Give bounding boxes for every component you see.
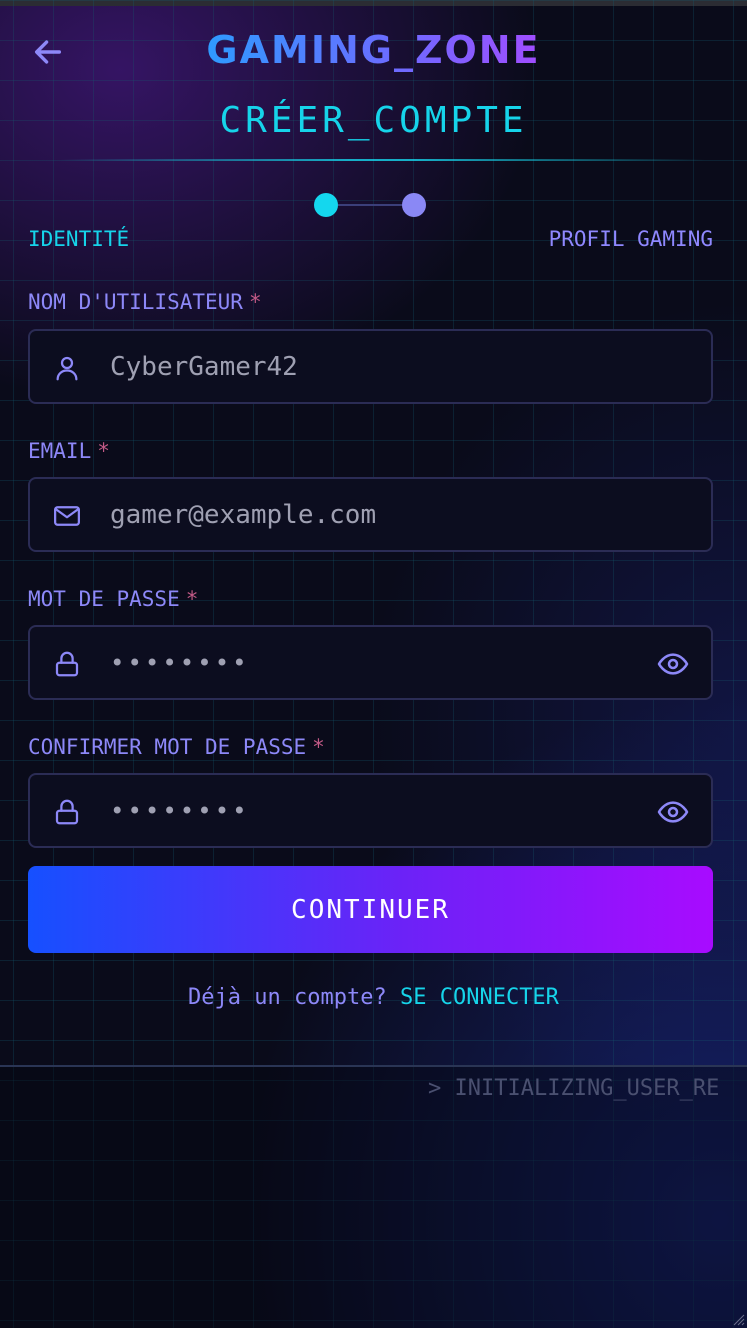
- required-mark: *: [185, 587, 199, 611]
- required-mark: *: [248, 290, 262, 314]
- step-connector: [338, 204, 402, 206]
- page-title: CRÉER_COMPTE: [219, 100, 528, 141]
- required-mark: *: [312, 735, 325, 759]
- lock-icon: [55, 799, 79, 825]
- login-link[interactable]: SE CONNECTER: [400, 985, 559, 1010]
- user-icon: [56, 356, 78, 381]
- login-prompt: Déjà un compte? SE CONNECTER: [0, 985, 747, 1010]
- required-mark: *: [97, 439, 110, 463]
- step-1-indicator: [314, 193, 338, 217]
- username-input[interactable]: [110, 341, 641, 392]
- login-prompt-text: Déjà un compte?: [188, 985, 387, 1010]
- continue-button[interactable]: CONTINUER: [28, 866, 713, 953]
- email-input[interactable]: [110, 489, 641, 540]
- eye-icon[interactable]: [657, 796, 689, 828]
- username-label-text: NOM D'UTILISATEUR: [28, 290, 243, 314]
- register-screen: GAMING_ZONE CRÉER_COMPTE IDENTITÉ PROFIL…: [0, 0, 747, 1328]
- title-divider: [60, 159, 705, 161]
- email-label-text: EMAIL: [28, 439, 92, 463]
- username-label: NOM D'UTILISATEUR *: [28, 290, 262, 314]
- password-input[interactable]: [110, 637, 641, 688]
- password-label: MOT DE PASSE *: [28, 587, 198, 611]
- brand-logo: GAMING_ZONE: [0, 28, 747, 72]
- email-label: EMAIL *: [28, 439, 110, 463]
- lock-icon: [55, 651, 79, 677]
- step-1-label: IDENTITÉ: [28, 227, 130, 251]
- confirm-password-field[interactable]: [28, 773, 713, 848]
- terminal-status-text: > INITIALIZING_USER_RE: [428, 1076, 720, 1101]
- username-field[interactable]: [28, 329, 713, 404]
- brand-text: GAMING_ZONE: [206, 28, 541, 72]
- mail-icon: [54, 506, 80, 526]
- eye-icon[interactable]: [657, 648, 689, 680]
- confirm-password-label-text: CONFIRMER MOT DE PASSE: [28, 735, 307, 759]
- step-2-indicator: [402, 193, 426, 217]
- resize-grip-icon[interactable]: [731, 1312, 745, 1326]
- password-label-text: MOT DE PASSE: [28, 587, 180, 611]
- confirm-password-input[interactable]: [110, 785, 641, 836]
- email-field[interactable]: [28, 477, 713, 552]
- terminal-panel: [0, 1067, 747, 1328]
- password-field[interactable]: [28, 625, 713, 700]
- step-2-label: PROFIL GAMING: [548, 227, 713, 251]
- confirm-password-label: CONFIRMER MOT DE PASSE *: [28, 735, 325, 759]
